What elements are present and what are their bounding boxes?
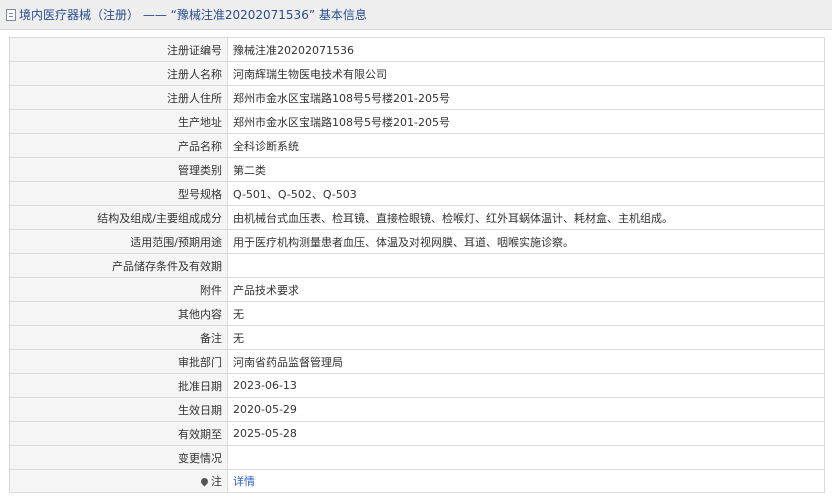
table-row: 有效期至 2025-05-28 xyxy=(9,421,825,446)
table-row: 附件 产品技术要求 xyxy=(9,277,825,302)
pin-icon xyxy=(199,476,210,486)
table-row: 产品名称 全科诊断系统 xyxy=(9,133,825,158)
page-title: 境内医疗器械（注册） —— “豫械注准20202071536” 基本信息 xyxy=(19,8,367,22)
table-row: 备注无 xyxy=(9,325,825,350)
row-label-remarks: 备注 xyxy=(9,325,228,350)
row-label-change-status: 变更情况 xyxy=(9,445,228,470)
note-row: 注 详情 xyxy=(9,469,825,493)
table-row: 注册证编号 豫械注准20202071536 xyxy=(9,37,825,62)
row-label-attachment: 附件 xyxy=(9,277,228,302)
row-label-approval-department: 审批部门 xyxy=(9,349,228,374)
table-row: 管理类别 第二类 xyxy=(9,157,825,182)
row-value-registration-number: 豫械注准20202071536 xyxy=(227,37,825,62)
row-value-registrant-address: 郑州市金水区宝瑞路108号5号楼201-205号 xyxy=(227,85,825,110)
table-row: 适用范围/预期用途 用于医疗机构测量患者血压、体温及对视网膜、耳道、咽喉实施诊察。 xyxy=(9,229,825,254)
row-value-attachment: 产品技术要求 xyxy=(227,277,825,302)
details-link[interactable]: 详情 xyxy=(233,475,255,488)
row-value-storage-validity xyxy=(227,253,825,278)
row-label-structure-composition: 结构及组成/主要组成成分 xyxy=(9,205,228,230)
table-row: 生效日期 2020-05-29 xyxy=(9,397,825,422)
table-row: 变更情况 xyxy=(9,445,825,470)
table-row: 结构及组成/主要组成成分 由机械台式血压表、检耳镜、直接检眼镜、检喉灯、红外耳蜗体… xyxy=(9,205,825,230)
note-value-cell: 详情 xyxy=(227,469,825,493)
row-value-effective-date: 2020-05-29 xyxy=(227,397,825,422)
row-label-product-name: 产品名称 xyxy=(9,133,228,158)
row-value-production-address: 郑州市金水区宝瑞路108号5号楼201-205号 xyxy=(227,109,825,134)
row-value-approval-date: 2023-06-13 xyxy=(227,373,825,398)
row-label-approval-date: 批准日期 xyxy=(9,373,228,398)
row-label-registration-number: 注册证编号 xyxy=(9,37,228,62)
row-value-remarks: 无 xyxy=(227,325,825,350)
row-value-structure-composition: 由机械台式血压表、检耳镜、直接检眼镜、检喉灯、红外耳蜗体温计、耗材盒、主机组成。 xyxy=(227,205,825,230)
row-label-registrant-address: 注册人住所 xyxy=(9,85,228,110)
detail-table: 注册证编号 豫械注准20202071536 注册人名称 河南辉瑞生物医电技术有限公司… xyxy=(9,37,825,493)
table-row: 批准日期 2023-06-13 xyxy=(9,373,825,398)
table-row: 注册人住所 郑州市金水区宝瑞路108号5号楼201-205号 xyxy=(9,85,825,110)
row-label-production-address: 生产地址 xyxy=(9,109,228,134)
row-label-management-category: 管理类别 xyxy=(9,157,228,182)
page-header: 境内医疗器械（注册） —— “豫械注准20202071536” 基本信息 xyxy=(0,0,832,30)
row-label-other-content: 其他内容 xyxy=(9,301,228,326)
document-icon xyxy=(6,8,16,21)
table-row: 产品储存条件及有效期 xyxy=(9,253,825,278)
row-label-storage-validity: 产品储存条件及有效期 xyxy=(9,253,228,278)
row-value-model-spec: Q-501、Q-502、Q-503 xyxy=(227,181,825,206)
row-value-other-content: 无 xyxy=(227,301,825,326)
row-value-change-status xyxy=(227,445,825,470)
row-value-intended-use: 用于医疗机构测量患者血压、体温及对视网膜、耳道、咽喉实施诊察。 xyxy=(227,229,825,254)
row-value-product-name: 全科诊断系统 xyxy=(227,133,825,158)
row-label-effective-date: 生效日期 xyxy=(9,397,228,422)
row-label-registrant-name: 注册人名称 xyxy=(9,61,228,86)
row-value-registrant-name: 河南辉瑞生物医电技术有限公司 xyxy=(227,61,825,86)
row-value-valid-until: 2025-05-28 xyxy=(227,421,825,446)
row-label-valid-until: 有效期至 xyxy=(9,421,228,446)
row-value-approval-department: 河南省药品监督管理局 xyxy=(227,349,825,374)
note-label-cell: 注 xyxy=(9,469,228,493)
table-row: 审批部门 河南省药品监督管理局 xyxy=(9,349,825,374)
table-row: 生产地址 郑州市金水区宝瑞路108号5号楼201-205号 xyxy=(9,109,825,134)
row-label-model-spec: 型号规格 xyxy=(9,181,228,206)
note-label: 注 xyxy=(211,475,222,488)
table-row: 型号规格 Q-501、Q-502、Q-503 xyxy=(9,181,825,206)
table-row: 注册人名称 河南辉瑞生物医电技术有限公司 xyxy=(9,61,825,86)
row-label-intended-use: 适用范围/预期用途 xyxy=(9,229,228,254)
row-value-management-category: 第二类 xyxy=(227,157,825,182)
table-row: 其他内容无 xyxy=(9,301,825,326)
